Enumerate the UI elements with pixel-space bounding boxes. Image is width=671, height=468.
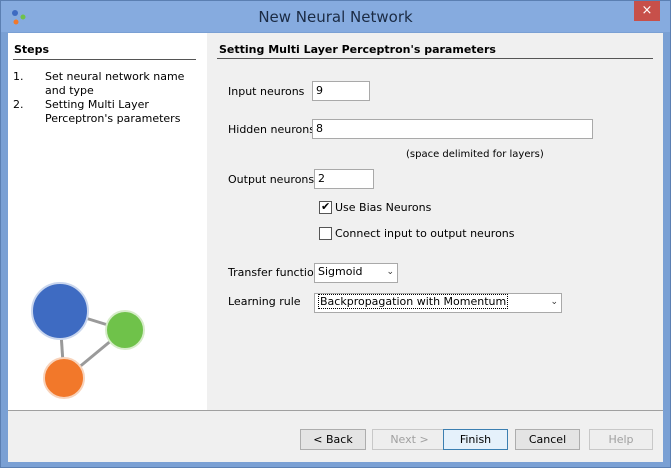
hidden-neurons-label: Hidden neurons — [228, 123, 315, 136]
window-title: New Neural Network — [258, 8, 413, 26]
connect-io-label[interactable]: Connect input to output neurons — [335, 227, 515, 240]
finish-button[interactable]: Finish — [443, 429, 508, 450]
output-neurons-label: Output neurons — [228, 173, 315, 186]
transfer-function-select[interactable]: Sigmoid ⌄ — [314, 263, 398, 283]
use-bias-checkbox[interactable] — [319, 200, 332, 214]
green-node-icon — [105, 310, 145, 350]
footer-divider — [8, 410, 663, 411]
dialog-body: Steps 1. Set neural network name and typ… — [8, 33, 663, 462]
use-bias-label[interactable]: Use Bias Neurons — [335, 201, 431, 214]
help-button[interactable]: Help — [589, 429, 653, 450]
hidden-neurons-hint: (space delimited for layers) — [406, 149, 544, 160]
hidden-neurons-field[interactable]: 8 — [312, 119, 593, 139]
output-neurons-field[interactable]: 2 — [314, 169, 374, 189]
step-number: 2. — [13, 98, 24, 111]
cancel-button[interactable]: Cancel — [515, 429, 580, 450]
dialog-window: New Neural Network × Steps 1. Set neural… — [0, 0, 671, 468]
parameters-panel: Setting Multi Layer Perceptron's paramet… — [207, 33, 663, 410]
chevron-down-icon: ⌄ — [550, 297, 558, 307]
steps-title: Steps — [14, 43, 50, 56]
connect-io-checkbox[interactable] — [319, 227, 332, 240]
input-neurons-field[interactable]: 9 — [312, 81, 370, 101]
transfer-function-label: Transfer function — [228, 266, 321, 279]
steps-divider — [13, 59, 196, 60]
orange-node-icon — [43, 357, 85, 399]
back-button[interactable]: < Back — [300, 429, 366, 450]
step-text: Setting Multi Layer Perceptron's paramet… — [45, 98, 181, 125]
learning-rule-label: Learning rule — [228, 295, 301, 308]
learning-rule-select[interactable]: Backpropagation with Momentum ⌄ — [314, 293, 562, 313]
close-button[interactable]: × — [634, 1, 660, 21]
title-bar[interactable]: New Neural Network × — [1, 1, 670, 32]
chevron-down-icon: ⌄ — [386, 267, 394, 277]
next-button[interactable]: Next > — [372, 429, 447, 450]
section-divider — [217, 58, 653, 59]
input-neurons-label: Input neurons — [228, 85, 305, 98]
steps-panel: Steps 1. Set neural network name and typ… — [8, 33, 207, 410]
neural-network-illustration — [31, 282, 145, 399]
learning-rule-value: Backpropagation with Momentum — [318, 294, 509, 309]
step-number: 1. — [13, 70, 24, 83]
transfer-function-value: Sigmoid — [318, 265, 363, 278]
blue-node-icon — [31, 282, 89, 340]
step-text: Set neural network name and type — [45, 70, 185, 97]
section-title: Setting Multi Layer Perceptron's paramet… — [219, 43, 496, 56]
